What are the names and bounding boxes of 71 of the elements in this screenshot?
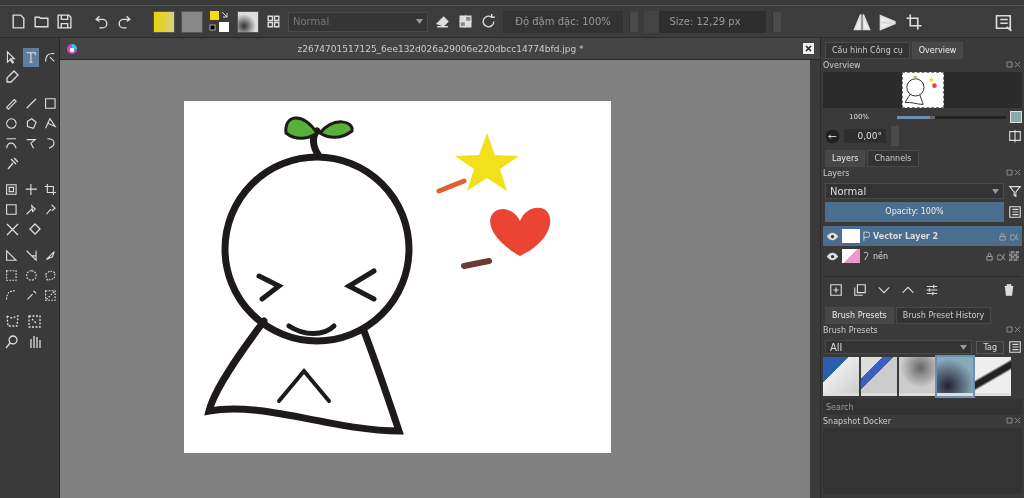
thumbnail-drawing[interactable] xyxy=(901,72,944,108)
float-close-icon[interactable] xyxy=(1006,61,1022,68)
eye-icon[interactable] xyxy=(826,231,839,241)
undo-icon[interactable] xyxy=(93,13,110,30)
layer-name: Vector Layer 2 xyxy=(873,231,939,241)
zoom-slider[interactable] xyxy=(897,115,935,119)
layer-row[interactable]: nền xyxy=(823,246,1022,266)
grid-icon[interactable] xyxy=(265,13,282,30)
list-icon[interactable] xyxy=(1008,340,1022,354)
layer-row[interactable]: Vector Layer 2 xyxy=(823,226,1022,246)
panel-title: Overview xyxy=(823,61,861,70)
panel-title: Brush Presets xyxy=(823,326,878,335)
gradient-swatch[interactable] xyxy=(153,10,175,33)
layer-thumbnail xyxy=(842,249,860,263)
mirror-horizontal-icon[interactable] xyxy=(851,11,872,32)
caret-icon xyxy=(960,344,968,350)
duplicate-icon[interactable] xyxy=(853,283,867,297)
lock-icon[interactable] xyxy=(985,251,994,261)
search-field[interactable]: Search xyxy=(823,399,1022,415)
panel-title: Snapshot Docker xyxy=(823,417,891,426)
close-icon[interactable] xyxy=(803,43,814,54)
panel-title: Layers xyxy=(823,169,850,178)
brush-preset-thumbnail[interactable] xyxy=(975,357,1011,396)
filter-dropdown[interactable]: All xyxy=(825,340,973,354)
tag-button[interactable]: Tag xyxy=(976,340,1004,354)
caret-icon xyxy=(992,188,999,194)
panel-tab[interactable]: Brush Preset History xyxy=(895,307,992,324)
panel-tab[interactable]: Channels xyxy=(867,150,919,167)
brush-preset-thumbnail[interactable] xyxy=(823,357,859,396)
panel-tab[interactable]: Layers xyxy=(825,150,866,167)
brush-icon xyxy=(863,250,870,262)
redo-icon[interactable] xyxy=(116,13,133,30)
tool-icon[interactable] xyxy=(25,312,44,331)
caret-icon xyxy=(416,19,423,24)
checkerboard-icon[interactable] xyxy=(1009,251,1019,261)
pattern-swatch[interactable] xyxy=(181,10,203,33)
new-document-icon[interactable] xyxy=(10,13,27,30)
document-title: z2674701517125_6ee132d026a29006e220dbcc14774bfd.jpg * xyxy=(296,43,585,54)
float-close-icon[interactable] xyxy=(1006,417,1022,424)
eraser-icon[interactable] xyxy=(434,13,451,30)
eye-icon[interactable] xyxy=(826,251,839,261)
layer-name: nền xyxy=(873,251,889,261)
brush-preset-icon[interactable] xyxy=(237,10,259,33)
float-close-icon[interactable] xyxy=(1006,326,1022,333)
app-logo-icon xyxy=(66,42,78,55)
blend-mode-dropdown[interactable]: Normal xyxy=(825,183,1004,199)
brush-preset-thumbnail[interactable] xyxy=(899,357,935,396)
tool-icon[interactable] xyxy=(22,48,40,67)
panel-tab[interactable]: Cấu hình Công cụ xyxy=(825,42,910,59)
add-icon[interactable] xyxy=(829,283,843,297)
list-icon[interactable] xyxy=(1008,205,1022,219)
opacity-slider[interactable]: Opacity: 100% xyxy=(825,202,1004,222)
rotate-icon[interactable] xyxy=(825,128,840,144)
checkerboard-icon[interactable] xyxy=(457,13,474,30)
float-close-icon[interactable] xyxy=(1006,169,1022,176)
filter-icon[interactable] xyxy=(1008,184,1022,198)
panel-tab[interactable]: Overview xyxy=(911,42,964,59)
size-field[interactable]: Size: 12,29 px xyxy=(644,10,766,33)
mirror-icon[interactable] xyxy=(1008,129,1022,143)
rotation-field[interactable]: 0,00° xyxy=(844,129,886,143)
panel-tab[interactable]: Brush Presets xyxy=(825,307,894,324)
vector-icon xyxy=(863,230,870,242)
sliders-icon[interactable] xyxy=(925,283,939,297)
trash-icon[interactable] xyxy=(1002,283,1016,297)
opacity-field[interactable]: Độ đậm đặc: 100% xyxy=(503,10,623,33)
save-icon[interactable] xyxy=(56,13,73,30)
brush-preset-thumbnail[interactable] xyxy=(861,357,897,396)
reload-icon[interactable] xyxy=(480,13,497,30)
layer-thumbnail xyxy=(842,229,860,243)
brush-preset-thumbnail[interactable] xyxy=(937,357,973,396)
color-selector-icon[interactable] xyxy=(209,9,231,34)
